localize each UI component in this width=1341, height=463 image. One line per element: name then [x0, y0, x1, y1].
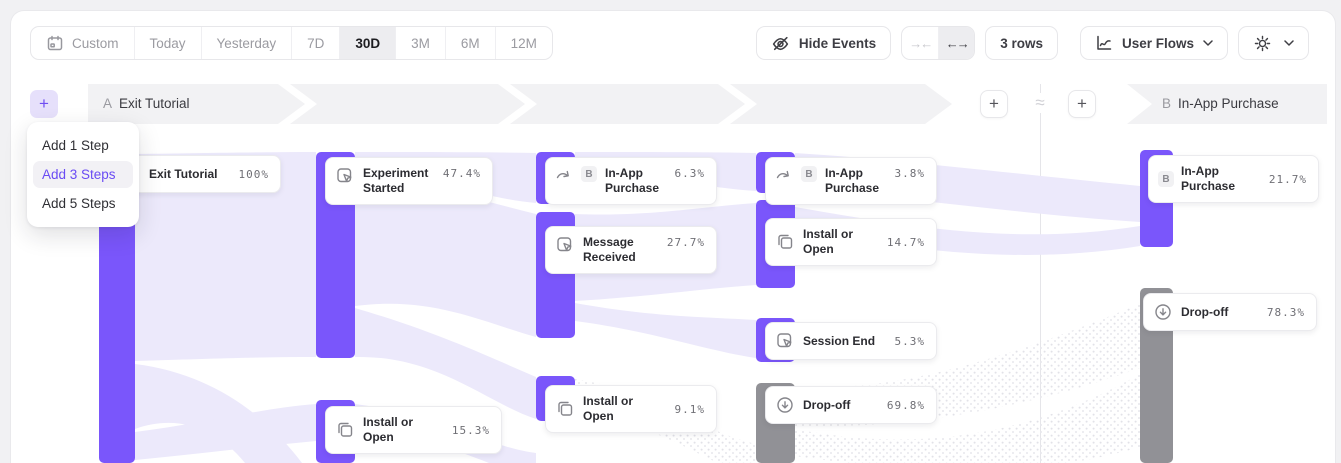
cursor-square-icon	[775, 331, 795, 351]
flow-node-card[interactable]: Experiment Started 47.4%	[325, 157, 493, 205]
step-b-badge: B	[801, 166, 817, 182]
step-a-label: Exit Tutorial	[119, 96, 190, 111]
node-percent: 100%	[239, 168, 270, 181]
toolbar: Custom Today Yesterday 7D 30D 3M 6M 12M …	[30, 26, 1309, 60]
step-b-label: In-App Purchase	[1178, 96, 1279, 111]
node-label: Install or Open	[583, 394, 667, 424]
node-label: Install or Open	[363, 415, 444, 445]
flow-split-divider	[1040, 84, 1041, 463]
add-step-menu-item[interactable]: Add 3 Steps	[33, 161, 133, 188]
copy-icon	[335, 420, 355, 440]
add-column-button-left[interactable]: +	[980, 90, 1008, 118]
node-label: In-App Purchase	[825, 166, 883, 196]
step-a-badge: A	[103, 96, 112, 111]
range-label: Custom	[72, 36, 119, 51]
node-label: Message Received	[583, 235, 653, 265]
node-percent: 69.8%	[887, 399, 925, 412]
step-b-badge: B	[581, 166, 597, 182]
chevron-down-icon	[1203, 40, 1213, 46]
flow-node-card[interactable]: Install or Open 15.3%	[325, 406, 502, 454]
drop-off-icon	[1153, 302, 1173, 322]
range-option[interactable]: 7D	[291, 27, 339, 59]
node-percent: 78.3%	[1267, 306, 1305, 319]
flow-node-card[interactable]: Drop-off 69.8%	[765, 386, 937, 424]
flow-chart-icon	[1095, 34, 1113, 52]
node-percent: 27.7%	[667, 236, 705, 249]
step-a-header[interactable]: A Exit Tutorial	[103, 96, 190, 111]
view-mode-label: User Flows	[1122, 36, 1194, 51]
rows-label: 3 rows	[1000, 36, 1043, 51]
range-option[interactable]: Custom	[31, 27, 134, 59]
node-label: Drop-off	[803, 398, 879, 413]
expand-columns-button[interactable]: ←→	[938, 27, 974, 59]
range-option[interactable]: 12M	[495, 27, 552, 59]
node-label: In-App Purchase	[1181, 164, 1262, 194]
step-header-bands	[0, 0, 1341, 130]
node-percent: 47.4%	[443, 167, 481, 180]
chevron-down-icon	[1284, 40, 1294, 46]
date-range-control: Custom Today Yesterday 7D 30D 3M 6M 12M	[30, 26, 553, 60]
copy-icon	[775, 232, 795, 252]
expand-icon: ←→	[946, 36, 968, 51]
collapse-icon: →←	[909, 36, 931, 51]
step-b-header[interactable]: B In-App Purchase	[1162, 96, 1279, 111]
node-percent: 6.3%	[675, 167, 706, 180]
node-percent: 21.7%	[1269, 173, 1307, 186]
user-flows-screen: { "colors": { "accent_purple": "#7a56fb"…	[0, 0, 1341, 463]
jump-arrow-icon	[555, 166, 573, 184]
node-label: In-App Purchase	[605, 166, 663, 196]
flow-node-card[interactable]: B In-App Purchase 3.8%	[765, 157, 937, 205]
add-step-plus-button[interactable]: +	[30, 90, 58, 118]
node-label: Exit Tutorial	[149, 167, 231, 182]
rows-button[interactable]: 3 rows	[985, 26, 1058, 60]
flow-node-card[interactable]: Install or Open 14.7%	[765, 218, 937, 266]
copy-icon	[555, 399, 575, 419]
flow-node-card[interactable]: B In-App Purchase 21.7%	[1148, 155, 1319, 203]
cursor-square-icon	[335, 166, 355, 186]
node-percent: 14.7%	[887, 236, 925, 249]
add-column-button-right[interactable]: +	[1068, 90, 1096, 118]
jump-arrow-icon	[775, 166, 793, 184]
add-steps-menu: Add 1 Step Add 3 Steps Add 5 Steps	[27, 122, 139, 227]
node-label: Session End	[803, 334, 887, 349]
step-b-badge: B	[1158, 171, 1174, 187]
step-b-badge: B	[1162, 96, 1171, 111]
node-percent: 3.8%	[895, 167, 926, 180]
view-mode-dropdown[interactable]: User Flows	[1080, 26, 1228, 60]
node-percent: 15.3%	[452, 424, 490, 437]
hide-events-button[interactable]: Hide Events	[756, 26, 891, 60]
hide-events-label: Hide Events	[799, 36, 876, 51]
node-label: Drop-off	[1181, 305, 1259, 320]
range-option[interactable]: Yesterday	[201, 27, 292, 59]
add-step-menu-item[interactable]: Add 5 Steps	[33, 190, 133, 217]
collapse-expand-control: →← ←→	[901, 26, 975, 60]
flow-node-card[interactable]: Install or Open 9.1%	[545, 385, 717, 433]
range-option[interactable]: 3M	[395, 27, 445, 59]
collapse-columns-button[interactable]: →←	[902, 27, 938, 59]
flow-node-card[interactable]: B In-App Purchase 6.3%	[545, 157, 717, 205]
gear-icon	[1253, 34, 1272, 53]
add-step-menu-item[interactable]: Add 1 Step	[33, 132, 133, 159]
approx-icon: ≈	[1026, 93, 1054, 113]
flow-node-card[interactable]: Drop-off 78.3%	[1143, 293, 1317, 331]
node-label: Install or Open	[803, 227, 879, 257]
calendar-icon	[46, 34, 64, 52]
eye-off-icon	[771, 34, 790, 53]
drop-off-icon	[775, 395, 795, 415]
cursor-square-icon	[555, 235, 575, 255]
toolbar-right-group: Hide Events →← ←→ 3 rows User Flows	[756, 26, 1309, 60]
flow-node-card[interactable]: Message Received 27.7%	[545, 226, 717, 274]
settings-dropdown[interactable]	[1238, 26, 1309, 60]
node-percent: 5.3%	[895, 335, 926, 348]
range-option[interactable]: Today	[134, 27, 201, 59]
flow-node-card[interactable]: Session End 5.3%	[765, 322, 937, 360]
range-option[interactable]: 30D	[339, 27, 395, 59]
range-option[interactable]: 6M	[445, 27, 495, 59]
node-percent: 9.1%	[675, 403, 706, 416]
node-label: Experiment Started	[363, 166, 435, 196]
